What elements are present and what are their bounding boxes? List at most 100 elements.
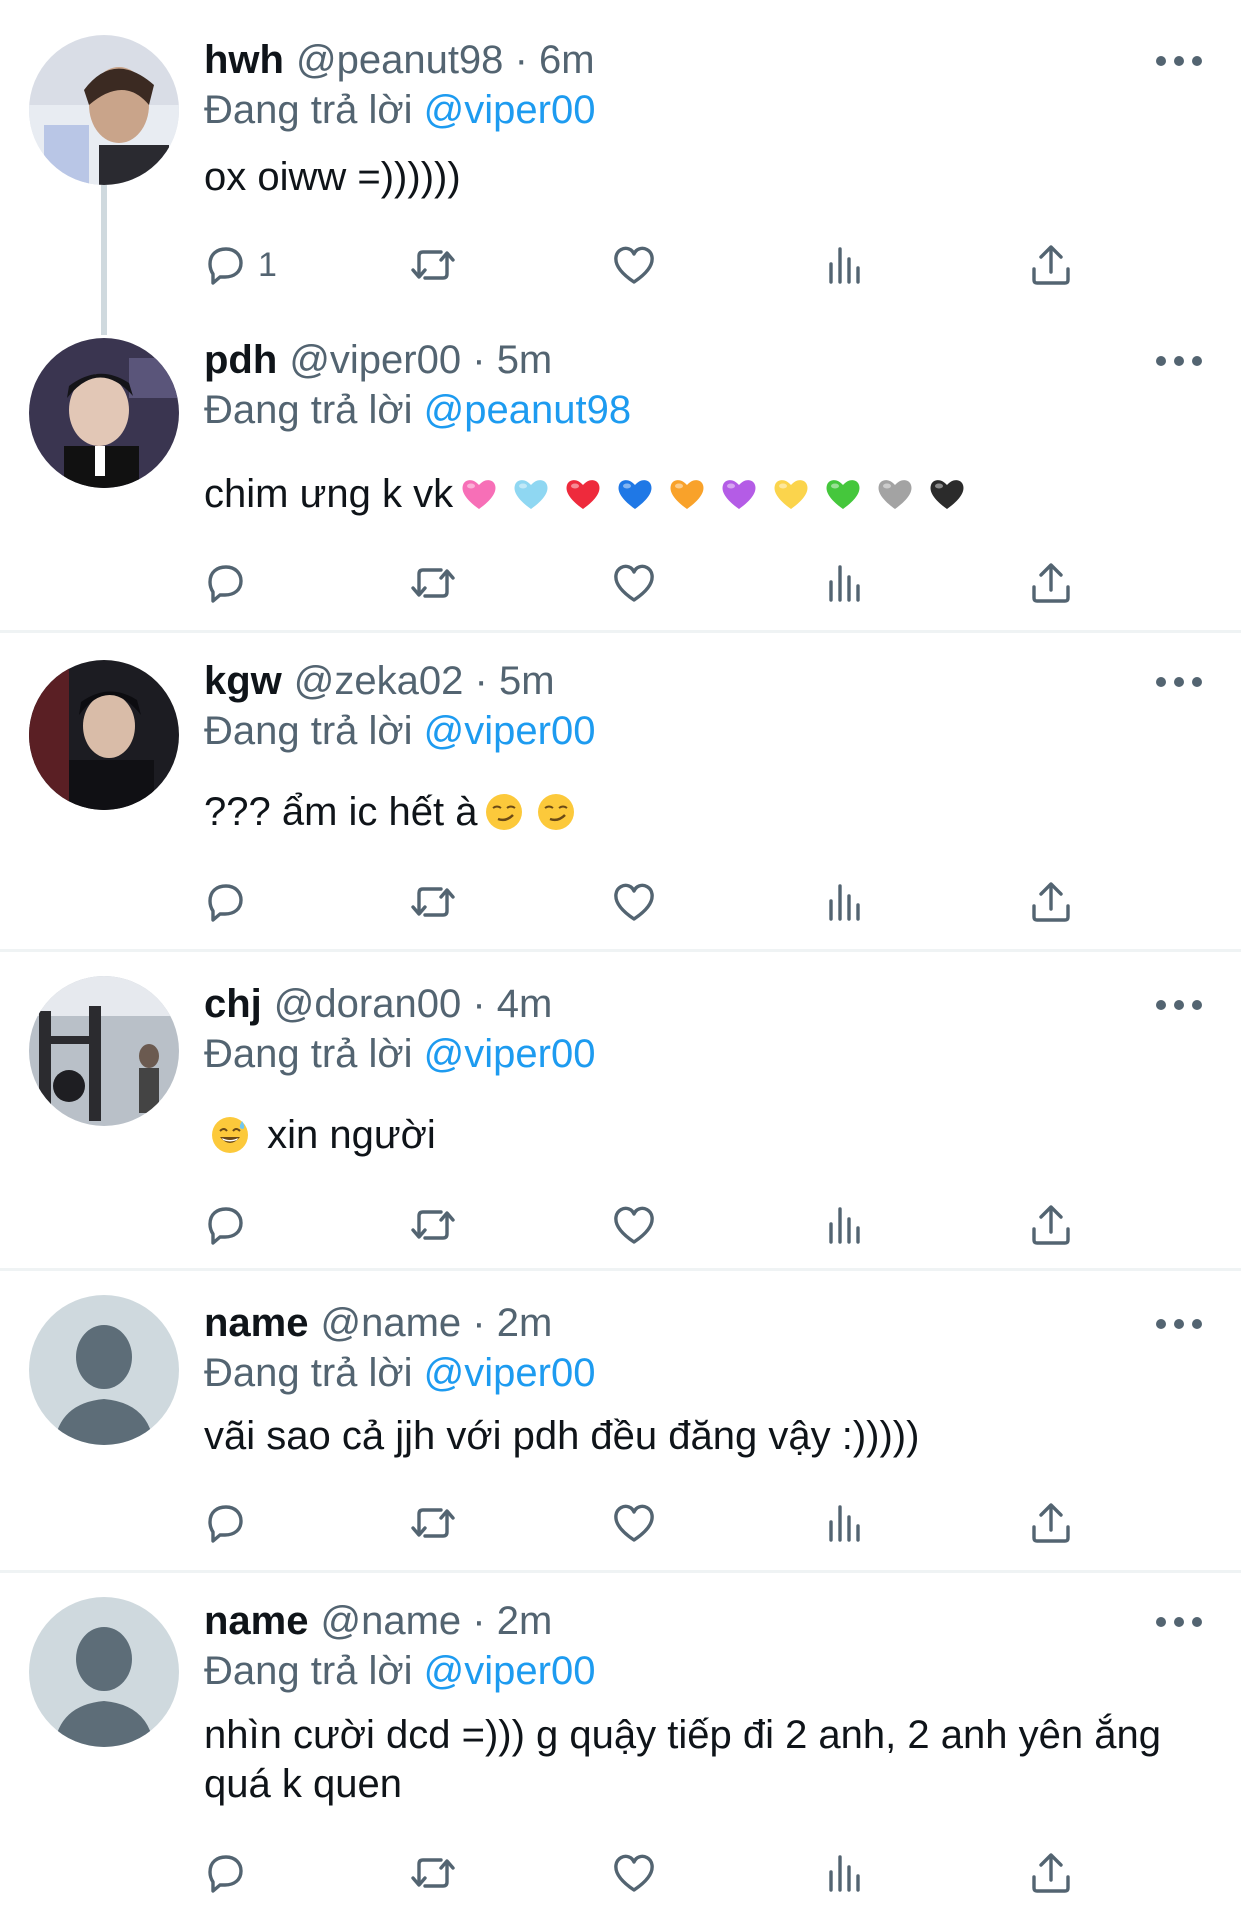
share-button[interactable] bbox=[1026, 1495, 1076, 1551]
display-name[interactable]: name bbox=[204, 1599, 309, 1643]
replying-label: Đang trả lời bbox=[204, 1032, 413, 1076]
timestamp[interactable]: 5m bbox=[499, 659, 555, 703]
timestamp[interactable]: 2m bbox=[497, 1599, 553, 1643]
retweet-button[interactable] bbox=[408, 1197, 458, 1253]
default-user-avatar-icon[interactable] bbox=[29, 1597, 179, 1747]
more-options-icon[interactable] bbox=[1152, 667, 1206, 697]
tweet-name-2[interactable]: name @name · 2m Đang trả lời @viper00 nhì… bbox=[0, 1573, 1241, 1920]
replying-to: Đang trả lời @viper00 bbox=[204, 1030, 595, 1078]
retweet-button[interactable] bbox=[408, 237, 458, 293]
share-button[interactable] bbox=[1026, 1845, 1076, 1901]
reply-button[interactable] bbox=[200, 1845, 258, 1901]
like-button[interactable] bbox=[609, 1845, 659, 1901]
tweet-text-content: nhìn cười dcd =))) g quậy tiếp đi 2 anh,… bbox=[204, 1713, 1161, 1806]
tweet-text: nhìn cười dcd =))) g quậy tiếp đi 2 anh,… bbox=[204, 1711, 1164, 1809]
grey-heart-emoji bbox=[875, 474, 915, 514]
mention-link[interactable]: @viper00 bbox=[424, 1649, 596, 1693]
replying-to: Đang trả lời @viper00 bbox=[204, 707, 595, 755]
reply-button[interactable] bbox=[200, 874, 258, 930]
reply-button[interactable] bbox=[200, 1197, 258, 1253]
user-handle[interactable]: @doran00 bbox=[274, 982, 461, 1026]
reply-button[interactable]: 1 bbox=[200, 237, 277, 293]
display-name[interactable]: pdh bbox=[204, 338, 277, 382]
timestamp[interactable]: 5m bbox=[497, 338, 553, 382]
retweet-icon bbox=[408, 558, 458, 608]
more-options-icon[interactable] bbox=[1152, 1309, 1206, 1339]
tweet-text-content: vãi sao cả jjh với pdh đều đăng vậy :)))… bbox=[204, 1414, 920, 1458]
like-button[interactable] bbox=[609, 1495, 659, 1551]
share-button[interactable] bbox=[1026, 555, 1076, 611]
reply-feed: hwh @peanut98 · 6m Đang trả lời @viper00 … bbox=[0, 0, 1241, 1920]
like-button[interactable] bbox=[609, 555, 659, 611]
separator-dot: · bbox=[474, 659, 488, 703]
reply-icon bbox=[200, 1848, 250, 1898]
retweet-button[interactable] bbox=[408, 555, 458, 611]
views-icon bbox=[820, 1200, 870, 1250]
display-name[interactable]: chj bbox=[204, 982, 262, 1026]
replying-to: Đang trả lời @peanut98 bbox=[204, 386, 631, 434]
user-handle[interactable]: @name bbox=[321, 1301, 462, 1345]
like-button[interactable] bbox=[609, 237, 659, 293]
display-name[interactable]: name bbox=[204, 1301, 309, 1345]
views-button[interactable] bbox=[820, 874, 870, 930]
display-name[interactable]: kgw bbox=[204, 659, 282, 703]
tweet-chj[interactable]: chj @doran00 · 4m Đang trả lời @viper00 x… bbox=[0, 952, 1241, 1271]
mention-link[interactable]: @viper00 bbox=[424, 1351, 596, 1395]
user-handle[interactable]: @name bbox=[321, 1599, 462, 1643]
share-button[interactable] bbox=[1026, 1197, 1076, 1253]
retweet-button[interactable] bbox=[408, 874, 458, 930]
tweet-pdh[interactable]: pdh @viper00 · 5m Đang trả lời @peanut98 … bbox=[0, 300, 1241, 633]
tweet-name-1[interactable]: name @name · 2m Đang trả lời @viper00 vãi… bbox=[0, 1271, 1241, 1573]
tweet-text: xin người bbox=[204, 1111, 1164, 1160]
timestamp[interactable]: 6m bbox=[539, 38, 595, 82]
views-button[interactable] bbox=[820, 1197, 870, 1253]
like-button[interactable] bbox=[609, 1197, 659, 1253]
views-button[interactable] bbox=[820, 1845, 870, 1901]
mention-link[interactable]: @viper00 bbox=[424, 709, 596, 753]
user-handle[interactable]: @zeka02 bbox=[294, 659, 464, 703]
action-bar bbox=[200, 1845, 1100, 1901]
timestamp[interactable]: 2m bbox=[497, 1301, 553, 1345]
mention-link[interactable]: @viper00 bbox=[424, 88, 596, 132]
retweet-icon bbox=[408, 1498, 458, 1548]
mention-link[interactable]: @viper00 bbox=[424, 1032, 596, 1076]
timestamp[interactable]: 4m bbox=[497, 982, 553, 1026]
more-options-icon[interactable] bbox=[1152, 990, 1206, 1020]
more-options-icon[interactable] bbox=[1152, 346, 1206, 376]
user-avatar[interactable] bbox=[29, 976, 179, 1126]
default-user-avatar-icon[interactable] bbox=[29, 1295, 179, 1445]
tweet-kgw[interactable]: kgw @zeka02 · 5m Đang trả lời @viper00 ??… bbox=[0, 633, 1241, 952]
tweet-text: ??? ẩm ic hết à bbox=[204, 788, 1164, 837]
views-icon bbox=[820, 1848, 870, 1898]
tweet-hwh[interactable]: hwh @peanut98 · 6m Đang trả lời @viper00 … bbox=[0, 0, 1241, 335]
user-avatar[interactable] bbox=[29, 35, 179, 185]
share-button[interactable] bbox=[1026, 237, 1076, 293]
separator-dot: · bbox=[514, 38, 528, 82]
more-options-icon[interactable] bbox=[1152, 1607, 1206, 1637]
user-handle[interactable]: @viper00 bbox=[289, 338, 461, 382]
more-options-icon[interactable] bbox=[1152, 46, 1206, 76]
like-button[interactable] bbox=[609, 874, 659, 930]
retweet-button[interactable] bbox=[408, 1845, 458, 1901]
mention-link[interactable]: @peanut98 bbox=[424, 388, 631, 432]
views-button[interactable] bbox=[820, 555, 870, 611]
tweet-text-content: ox oiww =)))))) bbox=[204, 155, 461, 199]
retweet-icon bbox=[408, 877, 458, 927]
share-button[interactable] bbox=[1026, 874, 1076, 930]
views-button[interactable] bbox=[820, 1495, 870, 1551]
retweet-button[interactable] bbox=[408, 1495, 458, 1551]
user-avatar[interactable] bbox=[29, 660, 179, 810]
reply-button[interactable] bbox=[200, 1495, 258, 1551]
action-bar bbox=[200, 1197, 1100, 1253]
light-blue-heart-emoji bbox=[511, 474, 551, 514]
retweet-icon bbox=[408, 240, 458, 290]
display-name[interactable]: hwh bbox=[204, 38, 284, 82]
share-icon bbox=[1026, 1498, 1076, 1548]
user-avatar[interactable] bbox=[29, 338, 179, 488]
replying-label: Đang trả lời bbox=[204, 1649, 413, 1693]
views-button[interactable] bbox=[820, 237, 870, 293]
separator-dot: · bbox=[472, 1599, 486, 1643]
user-handle[interactable]: @peanut98 bbox=[296, 38, 503, 82]
reply-button[interactable] bbox=[200, 555, 258, 611]
emoji-row bbox=[478, 790, 582, 834]
